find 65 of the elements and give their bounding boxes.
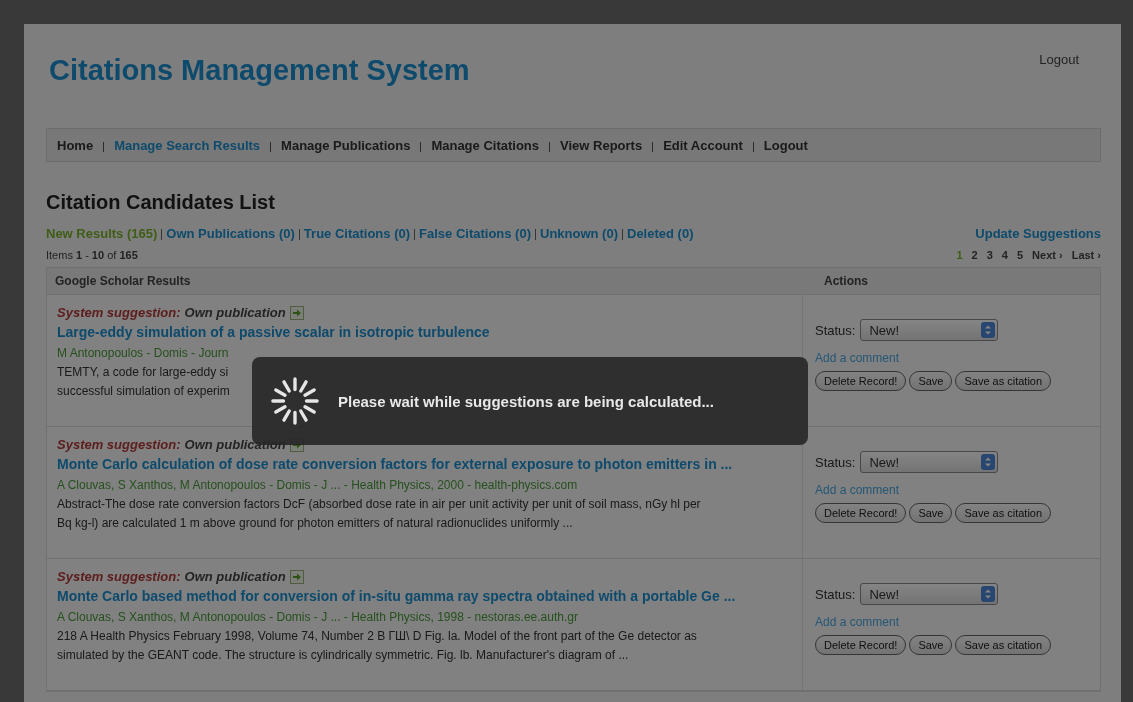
snippet-line: Abstract-The dose rate conversion factors DcF (absorbed dose rate in air per unit activity per unit of soil mass, nGy hl per (57, 497, 702, 511)
nav-link[interactable]: Manage Citations (431, 137, 539, 153)
site-title: Citations Management System (49, 54, 470, 87)
logout-link[interactable]: Logout (1039, 52, 1079, 67)
add-comment-link[interactable]: Add a comment (815, 483, 1052, 497)
status-label: Status: (815, 454, 856, 470)
action-button[interactable]: Delete Record! (815, 635, 907, 655)
action-button[interactable]: Delete Record! (815, 503, 907, 523)
suggestion-value: Own publication (184, 569, 286, 584)
action-button[interactable]: Save as citation (955, 371, 1052, 391)
snippet-line: successful simulation of experim (57, 384, 231, 398)
result-title-link[interactable]: Large-eddy simulation of a passive scalar in isotropic turbulence (57, 324, 802, 340)
items-count: Items 1 - 10 of 165 (46, 249, 138, 261)
suggestion-value: Own publication (184, 305, 286, 320)
nav-link[interactable]: Edit Account (663, 137, 743, 153)
nav-link[interactable]: View Reports (560, 137, 643, 153)
page-link[interactable]: Last › (1071, 249, 1101, 261)
column-header: Actions (823, 274, 868, 288)
action-button[interactable]: Save as citation (955, 635, 1052, 655)
dropdown-arrows-icon[interactable] (981, 586, 996, 602)
result-title-link[interactable]: Monte Carlo based method for conversion of in-situ gamma ray spectra obtained with a portable Ge ... (57, 588, 802, 604)
dropdown-arrows-icon[interactable] (981, 454, 996, 470)
add-comment-link[interactable]: Add a comment (815, 351, 1052, 365)
page-link[interactable]: 2 (971, 249, 978, 261)
loading-message: Please wait while suggestions are being calculated... (338, 392, 714, 410)
snippet-line: Bq kg-l) are calculated 1 m above ground for photon emitters of natural radionuclides uniformly ... (57, 516, 574, 530)
nav-link[interactable]: Manage Publications (281, 137, 411, 153)
result-source: A Clouvas, S Xanthos, M Antonopoulos - Domis - J ... - Health Physics, 1998 - nestoras.ee.auth.gr (57, 610, 579, 624)
snippet-line: 218 A Health Physics February 1998, Volume 74, Number 2 B ГШ\ D Fig. la. Model of the front part of the Ge detector as (57, 629, 698, 643)
page-link[interactable]: 3 (986, 249, 993, 261)
suggestion-label: System suggestion: (57, 305, 181, 320)
nav-link[interactable]: Logout (763, 137, 808, 153)
suggestion-label: System suggestion: (57, 569, 181, 584)
filter-link[interactable]: Own Publications (0) (166, 226, 295, 241)
add-comment-link[interactable]: Add a comment (815, 615, 1052, 629)
snippet-line: simulated by the GEANT code. The structure is cylindrically symmetric. Fig. lb. Manufacturer's diagram of ... (57, 648, 630, 662)
result-source: A Clouvas, S Xanthos, M Antonopoulos - Domis - J ... - Health Physics, 2000 - health-physics.com (57, 478, 579, 492)
column-header: Google Scholar Results (54, 274, 192, 288)
action-button[interactable]: Save (909, 635, 953, 655)
page-link[interactable]: 4 (1001, 249, 1008, 261)
result-source: M Antonopoulos - Domis - Journ (57, 346, 230, 360)
filter-link[interactable]: True Citations (0) (303, 226, 411, 241)
nav-link[interactable]: Home (57, 137, 94, 153)
status-select[interactable]: New! (860, 319, 999, 341)
snippet-line: TEMTY, a code for large-eddy si (57, 365, 230, 379)
page-link[interactable]: 5 (1016, 249, 1024, 261)
nav-link[interactable]: Manage Search Results (114, 137, 261, 153)
filter-link[interactable]: Unknown (0) (540, 226, 618, 241)
action-button[interactable]: Save as citation (955, 503, 1052, 523)
status-label: Status: (815, 322, 856, 338)
status-select[interactable]: New! (860, 451, 999, 473)
action-button[interactable]: Save (909, 503, 953, 523)
action-button[interactable]: Save (909, 371, 953, 391)
page-heading: Citation Candidates List (46, 191, 276, 214)
suggestion-label: System suggestion: (57, 437, 181, 452)
filter-link[interactable]: False Citations (0) (419, 226, 531, 241)
action-button[interactable]: Delete Record! (815, 371, 907, 391)
update-suggestions-link[interactable]: Update Suggestions (975, 226, 1101, 241)
spinner-icon (270, 376, 320, 426)
filter-link[interactable]: Deleted (0) (627, 226, 694, 241)
status-select[interactable]: New! (860, 583, 999, 605)
page-link[interactable]: Next › (1032, 249, 1063, 261)
status-label: Status: (815, 586, 856, 602)
result-title-link[interactable]: Monte Carlo calculation of dose rate conversion factors for external exposure to photon emitters in ... (57, 456, 802, 472)
dropdown-arrows-icon[interactable] (981, 322, 996, 338)
